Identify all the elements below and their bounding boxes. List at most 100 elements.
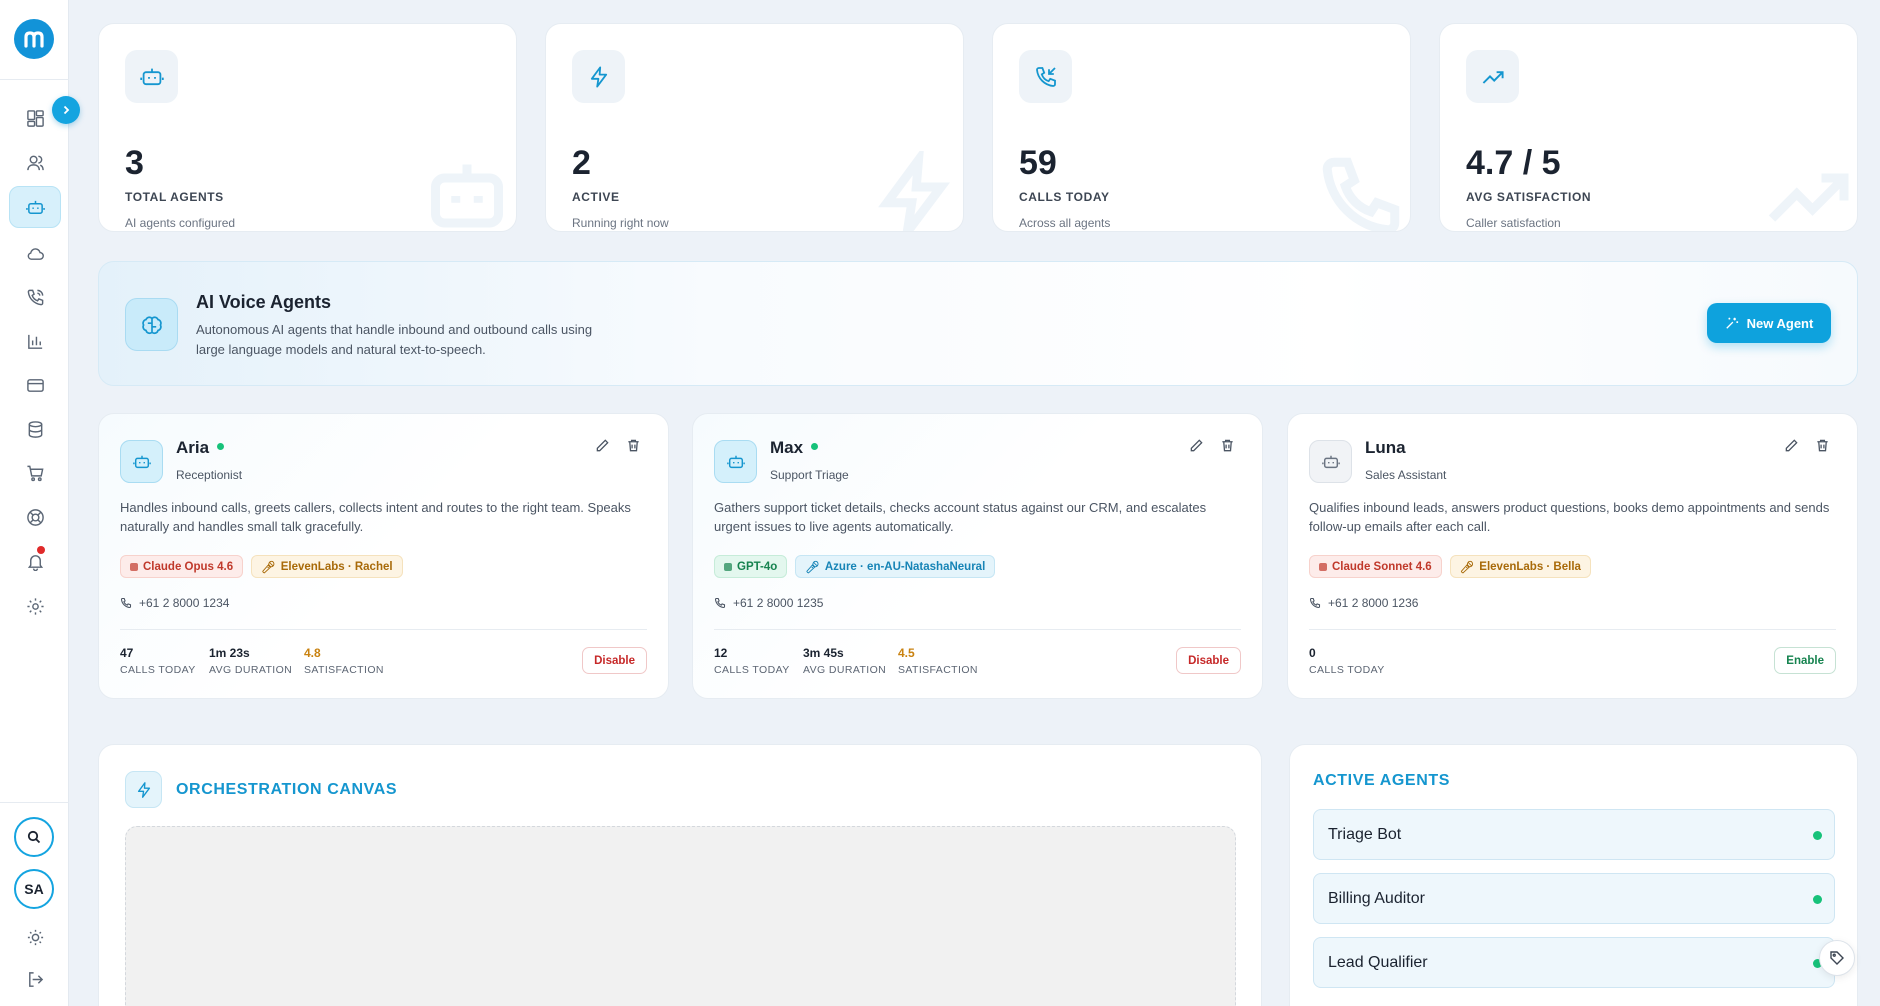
sidebar-item-billing[interactable]: [9, 365, 61, 405]
pencil-icon: [596, 439, 609, 452]
active-agents-title: ACTIVE AGENTS: [1313, 772, 1450, 789]
disable-agent-button[interactable]: Disable: [1176, 647, 1241, 674]
theme-toggle[interactable]: [9, 917, 61, 957]
sidebar-item-database[interactable]: [9, 409, 61, 449]
agent-phone: +61 2 8000 1234: [120, 596, 229, 610]
agent-phone: +61 2 8000 1235: [714, 596, 823, 610]
m-logo-icon: [24, 31, 44, 48]
stat-label: CALLS TODAY: [1019, 190, 1110, 204]
microphone-icon: 🎤︎: [261, 561, 276, 574]
edit-agent-button[interactable]: [1189, 438, 1204, 453]
phone-watermark-icon: [1322, 157, 1400, 231]
stat-value: 3: [125, 144, 144, 182]
phone-icon: [27, 289, 43, 305]
robot-icon: [1309, 440, 1352, 483]
tag-icon: [1830, 951, 1844, 965]
online-status-dot: [811, 443, 819, 451]
card-divider: [1309, 629, 1836, 630]
metric-avg-duration: 3m 45s AVG DURATION: [803, 646, 887, 676]
lightning-icon: [125, 771, 162, 808]
metric-avg-duration: 1m 23s AVG DURATION: [209, 646, 293, 676]
sparkles-icon: [1725, 317, 1738, 329]
sidebar-item-analytics[interactable]: [9, 321, 61, 361]
sidebar-item-settings[interactable]: [9, 586, 61, 626]
card-divider: [714, 629, 1241, 630]
sun-icon: [27, 929, 43, 945]
sidebar-item-agents[interactable]: [9, 186, 61, 228]
voice-chip: 🎤︎ Azure · en-AU-NatashaNeural: [795, 555, 996, 578]
enable-agent-button[interactable]: Enable: [1774, 647, 1836, 674]
agent-card-aria: Aria Receptionist Handles inbound calls,…: [98, 413, 669, 699]
sidebar-divider: [0, 802, 69, 803]
stat-subtitle: Running right now: [572, 216, 669, 230]
edit-agent-button[interactable]: [1784, 438, 1799, 453]
agent-role: Sales Assistant: [1365, 468, 1447, 482]
pencil-icon: [1190, 439, 1203, 452]
agent-name: Luna: [1365, 438, 1406, 457]
microphone-icon: 🎤︎: [1459, 561, 1475, 574]
trending-watermark-icon: [1768, 173, 1849, 222]
delete-agent-button[interactable]: [1815, 438, 1830, 453]
delete-agent-button[interactable]: [626, 438, 641, 453]
active-agent-name: Triage Bot: [1328, 826, 1402, 843]
stat-subtitle: Caller satisfaction: [1466, 216, 1561, 230]
online-status-dot: [1813, 831, 1822, 840]
agent-card-luna: Luna Sales Assistant Qualifies inbound l…: [1287, 413, 1858, 699]
sidebar-item-users[interactable]: [9, 142, 61, 182]
online-status-dot: [217, 443, 225, 451]
user-avatar[interactable]: SA: [14, 869, 54, 909]
model-chip: GPT-4o: [714, 555, 788, 578]
stat-card-active: 2 ACTIVE Running right now: [545, 23, 964, 232]
brand-logo[interactable]: [14, 19, 54, 59]
active-agent-item[interactable]: Billing Auditor: [1313, 873, 1835, 924]
microphone-icon: 🎤︎: [805, 561, 820, 574]
orchestration-panel: ORCHESTRATION CANVAS: [98, 744, 1262, 1006]
brain-icon: [125, 298, 178, 351]
agent-name: Max: [770, 438, 819, 458]
sidebar-item-cloud[interactable]: [9, 233, 61, 273]
users-icon: [26, 155, 44, 170]
disable-agent-button[interactable]: Disable: [582, 647, 647, 674]
page-title: AI Voice Agents: [196, 292, 332, 312]
dashboard-icon: [26, 109, 44, 127]
model-icon: [724, 562, 732, 571]
sidebar: SA: [0, 0, 69, 1006]
logout-button[interactable]: [9, 959, 61, 999]
tag-button[interactable]: [1819, 940, 1855, 976]
edit-agent-button[interactable]: [595, 438, 610, 453]
agent-phone: +61 2 8000 1236: [1309, 596, 1418, 610]
agent-chips: Claude Opus 4.6 🎤︎ ElevenLabs · Rachel: [120, 555, 403, 578]
sidebar-item-calls[interactable]: [9, 277, 61, 317]
new-agent-button[interactable]: New Agent: [1707, 303, 1831, 343]
bar-chart-icon: [27, 334, 42, 349]
robot-icon: [125, 50, 178, 103]
active-agent-item[interactable]: Lead Qualifier: [1313, 937, 1835, 988]
trash-icon: [1222, 439, 1233, 452]
stat-value: 59: [1019, 144, 1057, 182]
stat-value: 2: [572, 144, 591, 182]
search-button[interactable]: [14, 817, 54, 857]
active-agent-item[interactable]: Triage Bot: [1313, 809, 1835, 860]
stat-value: 4.7 / 5: [1466, 144, 1561, 182]
agent-description: Gathers support ticket details, checks a…: [714, 500, 1207, 534]
sidebar-item-support[interactable]: [9, 497, 61, 537]
sidebar-item-notifications[interactable]: [9, 541, 61, 581]
metric-satisfaction: 4.5 SATISFACTION: [898, 646, 978, 676]
orchestration-canvas[interactable]: [125, 826, 1236, 1006]
cloud-icon: [27, 247, 44, 260]
delete-agent-button[interactable]: [1220, 438, 1235, 453]
bell-icon: [27, 554, 43, 571]
database-icon: [28, 420, 42, 438]
sidebar-collapse-button[interactable]: [52, 96, 80, 124]
agent-description: Qualifies inbound leads, answers product…: [1309, 500, 1830, 534]
stat-label: AVG SATISFACTION: [1466, 190, 1592, 204]
search-icon: [27, 830, 41, 844]
logout-icon: [28, 971, 43, 987]
sidebar-item-store[interactable]: [9, 453, 61, 493]
page-description: Autonomous AI agents that handle inbound…: [196, 322, 593, 357]
voice-chip: 🎤︎ ElevenLabs · Bella: [1449, 555, 1591, 578]
lightning-icon: [572, 50, 625, 103]
trash-icon: [628, 439, 639, 452]
metric-calls-today: 0 CALLS TODAY: [1309, 646, 1385, 676]
voice-chip: 🎤︎ ElevenLabs · Rachel: [251, 555, 403, 578]
